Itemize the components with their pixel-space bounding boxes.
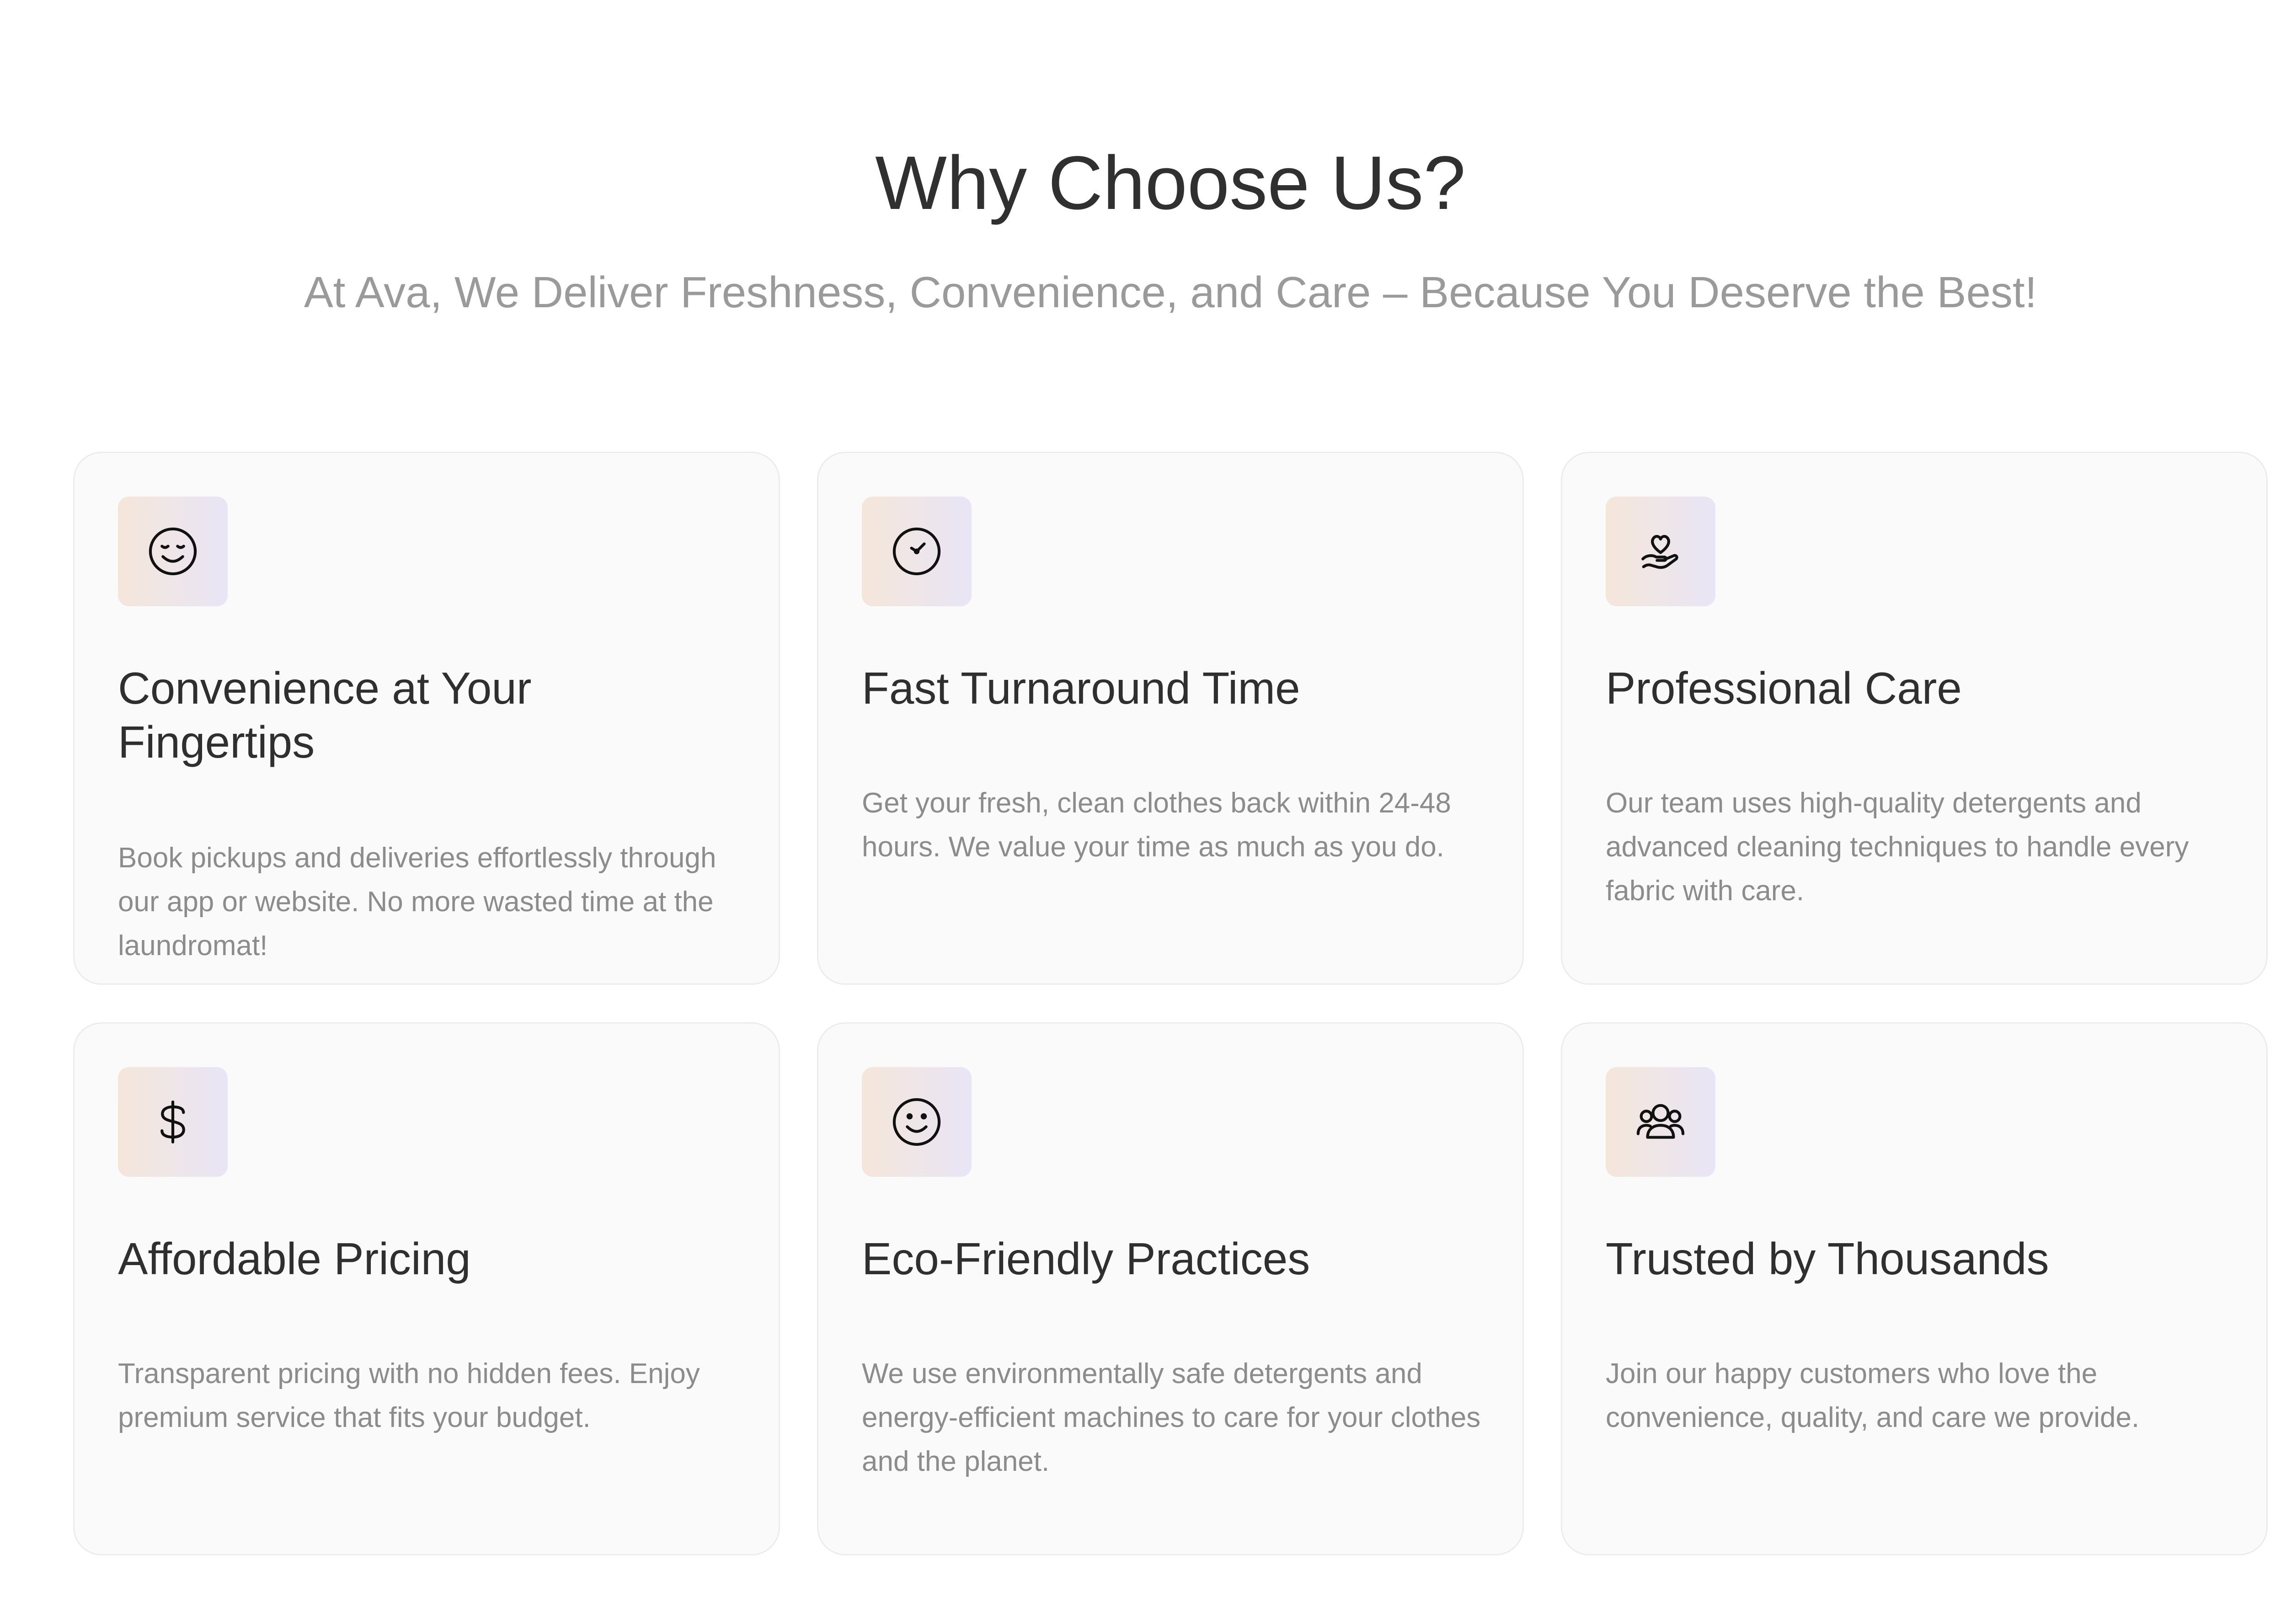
feature-card-eco-friendly: Eco-Friendly Practices We use environmen… bbox=[817, 1022, 1524, 1555]
section-subtitle: At Ava, We Deliver Freshness, Convenienc… bbox=[304, 268, 2037, 317]
users-icon bbox=[1606, 1067, 1715, 1177]
feature-description: Join our happy customers who love the co… bbox=[1606, 1358, 2140, 1433]
feature-title: Eco-Friendly Practices bbox=[862, 1234, 1310, 1284]
why-choose-us-section: Why Choose Us? At Ava, We Deliver Freshn… bbox=[0, 0, 2286, 1624]
dollar-sign-icon bbox=[118, 1067, 228, 1177]
feature-description: Transparent pricing with no hidden fees.… bbox=[118, 1358, 700, 1433]
feature-card-professional-care: Professional Care Our team uses high-qua… bbox=[1561, 452, 2268, 985]
feature-title: Affordable Pricing bbox=[118, 1234, 471, 1284]
clock-icon bbox=[862, 497, 972, 606]
happy-face-icon bbox=[118, 497, 228, 606]
feature-title: Fast Turnaround Time bbox=[862, 663, 1300, 713]
feature-description: We use environmentally safe detergents a… bbox=[862, 1358, 1481, 1477]
feature-card-affordable-pricing: Affordable Pricing Transparent pricing w… bbox=[73, 1022, 780, 1555]
smile-icon bbox=[862, 1067, 972, 1177]
feature-description: Book pickups and deliveries effortlessly… bbox=[118, 842, 716, 962]
feature-title: Trusted by Thousands bbox=[1606, 1234, 2049, 1284]
feature-card-fast-turnaround: Fast Turnaround Time Get your fresh, cle… bbox=[817, 452, 1524, 985]
feature-description: Our team uses high-quality detergents an… bbox=[1606, 787, 2189, 907]
feature-title: Convenience at Your Fingertips bbox=[118, 663, 532, 767]
section-title: Why Choose Us? bbox=[875, 141, 1466, 225]
feature-description: Get your fresh, clean clothes back withi… bbox=[862, 787, 1451, 863]
feature-card-trusted: Trusted by Thousands Join our happy cust… bbox=[1561, 1022, 2268, 1555]
hand-heart-icon bbox=[1606, 497, 1715, 606]
feature-card-convenience: Convenience at Your Fingertips Book pick… bbox=[73, 452, 780, 985]
feature-title: Professional Care bbox=[1606, 663, 1962, 713]
